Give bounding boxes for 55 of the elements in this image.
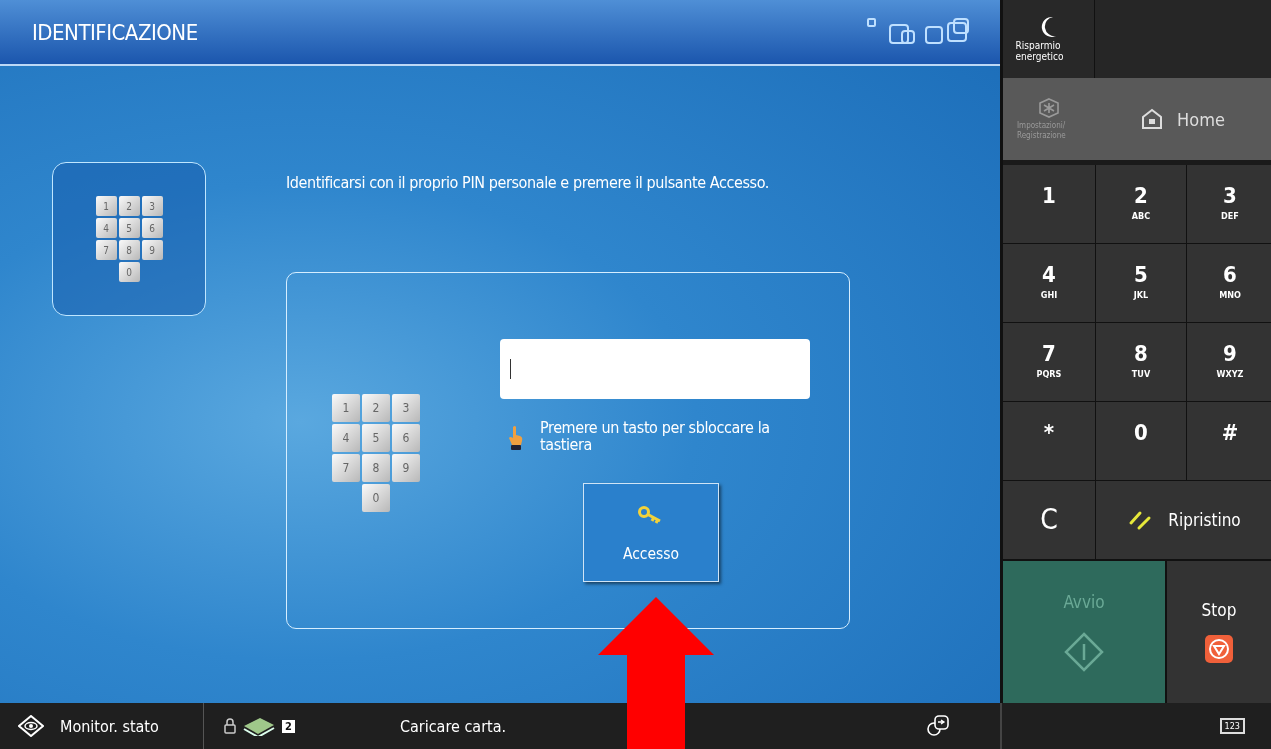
home-icon bbox=[1141, 108, 1164, 130]
stop-icon bbox=[1204, 634, 1234, 664]
key-tile: 7 bbox=[332, 454, 360, 482]
keypad-key[interactable]: 7 PQRS bbox=[1003, 323, 1095, 401]
keypad-key[interactable]: 1 bbox=[1003, 165, 1095, 243]
keypad-key[interactable]: 2 ABC bbox=[1096, 165, 1186, 243]
hand-icon bbox=[508, 425, 524, 451]
keypad-key[interactable]: 3 DEF bbox=[1187, 165, 1271, 243]
keyboard-toggle[interactable]: 123 bbox=[1219, 718, 1245, 734]
keypad-key[interactable]: # bbox=[1187, 402, 1271, 480]
keypad-key[interactable]: 0 bbox=[1096, 402, 1186, 480]
key-tile: 5 bbox=[362, 424, 390, 452]
login-button[interactable]: Accesso bbox=[583, 483, 719, 582]
settings-icon bbox=[1036, 97, 1062, 119]
status-message: Caricare carta. bbox=[399, 716, 507, 736]
eye-icon bbox=[18, 715, 44, 737]
key-tile: 9 bbox=[141, 240, 163, 260]
job-count: 2 bbox=[282, 719, 295, 733]
instruction-text: Identificarsi con il proprio PIN personale e premere il pulsante Accesso. bbox=[286, 174, 770, 192]
clear-key[interactable]: C bbox=[1003, 481, 1095, 559]
stop-button[interactable]: Stop bbox=[1165, 561, 1271, 703]
screen-title: IDENTIFICAZIONE bbox=[32, 19, 198, 45]
key-tile: 6 bbox=[392, 424, 420, 452]
reset-button[interactable]: Ripristino bbox=[1096, 481, 1271, 559]
key-tile: 4 bbox=[332, 424, 360, 452]
key-tile: 8 bbox=[118, 240, 140, 260]
pin-field[interactable] bbox=[500, 339, 810, 399]
start-icon bbox=[1064, 632, 1104, 672]
key-tile: 2 bbox=[362, 394, 390, 422]
key-tile: 0 bbox=[118, 262, 140, 282]
key-tile: 2 bbox=[118, 196, 140, 216]
status-monitor-button[interactable]: Monitor. stato bbox=[0, 703, 204, 749]
key-tile: 6 bbox=[141, 218, 163, 238]
keypad-key[interactable]: 8 TUV bbox=[1096, 323, 1186, 401]
key-tile: 5 bbox=[118, 218, 140, 238]
key-tile: 9 bbox=[392, 454, 420, 482]
keypad-key[interactable]: * bbox=[1003, 402, 1095, 480]
key-tile: 1 bbox=[332, 394, 360, 422]
hint-text: Premere un tasto per sbloccare la tastiera bbox=[540, 419, 771, 453]
key-tile: 8 bbox=[362, 454, 390, 482]
key-tile: 4 bbox=[95, 218, 117, 238]
paper-stack-icon bbox=[242, 716, 276, 736]
keypad-key[interactable]: 6 MNO bbox=[1187, 244, 1271, 322]
key-tile: 1 bbox=[95, 196, 117, 216]
keypad-key[interactable]: 5 JKL bbox=[1096, 244, 1186, 322]
key-tile: 0 bbox=[362, 484, 390, 512]
keypad-key[interactable]: 4 GHI bbox=[1003, 244, 1095, 322]
key-tile: 3 bbox=[392, 394, 420, 422]
home-button[interactable]: Home bbox=[1095, 78, 1271, 160]
lock-icon bbox=[224, 718, 236, 734]
keypad-key[interactable]: 9 WXYZ bbox=[1187, 323, 1271, 401]
key-tile: 3 bbox=[141, 196, 163, 216]
key-tile: 7 bbox=[95, 240, 117, 260]
moon-icon bbox=[1040, 16, 1057, 38]
swap-icon[interactable] bbox=[926, 714, 951, 738]
